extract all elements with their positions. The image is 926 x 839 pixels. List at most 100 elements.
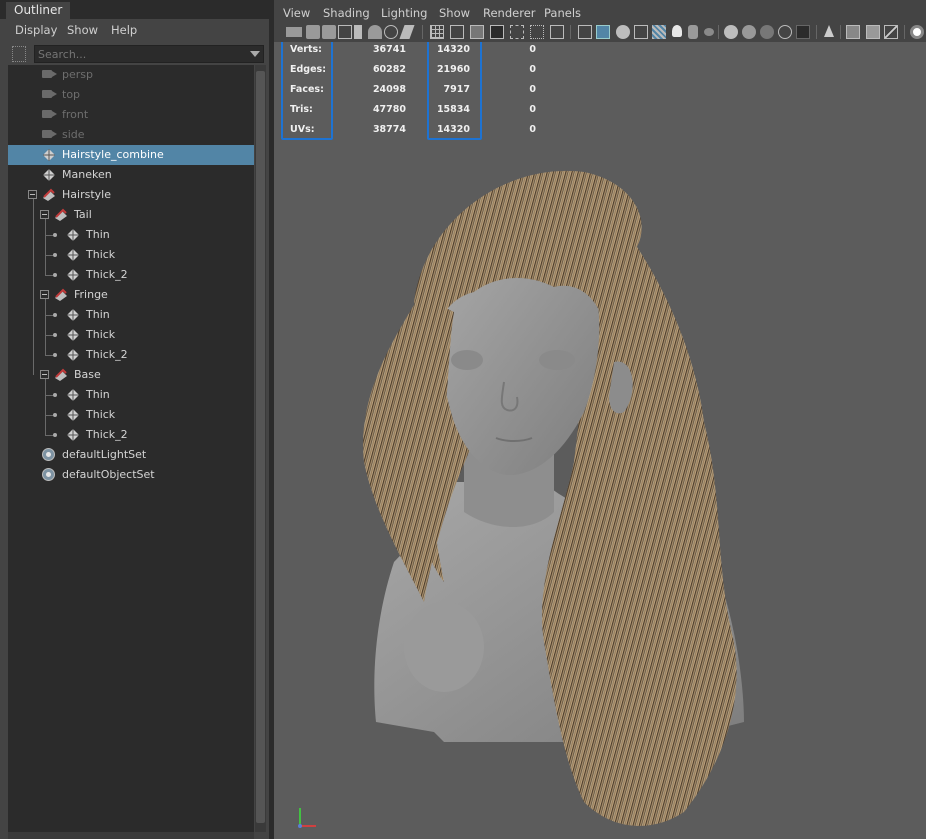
outliner-item[interactable]: defaultLightSet: [8, 445, 254, 465]
menu-show-panel[interactable]: Show: [439, 6, 470, 20]
outliner-item-label: Tail: [74, 208, 92, 221]
tree-node-dot: [53, 413, 57, 417]
film-gate-icon[interactable]: [450, 25, 464, 39]
camera-icon: [42, 110, 57, 118]
outliner-item[interactable]: defaultObjectSet: [8, 465, 254, 485]
outliner-item[interactable]: Tail: [8, 205, 254, 225]
pencil-icon[interactable]: [399, 25, 415, 39]
outliner-item[interactable]: Thin: [8, 225, 254, 245]
xray-active-icon[interactable]: [796, 25, 810, 39]
mesh-icon: [42, 148, 55, 161]
outliner-item[interactable]: top: [8, 85, 254, 105]
select-camera-icon[interactable]: [286, 27, 302, 37]
wireframe-on-shaded-icon[interactable]: [652, 25, 666, 39]
field-chart-icon[interactable]: [510, 25, 524, 39]
shadows-icon[interactable]: [688, 25, 698, 39]
bookmark-camera-icon[interactable]: [322, 25, 336, 39]
search-dropdown-icon[interactable]: [250, 51, 260, 57]
outliner-item[interactable]: Thick_2: [8, 345, 254, 365]
gate-mask-icon[interactable]: [490, 25, 504, 39]
menu-shading[interactable]: Shading: [323, 6, 370, 20]
four-pane-layout-icon[interactable]: [866, 25, 880, 39]
depth-of-field-icon[interactable]: [760, 25, 774, 39]
multisample-aa-icon[interactable]: [742, 25, 756, 39]
screen-space-ao-icon[interactable]: [704, 28, 714, 36]
safe-title-icon[interactable]: [550, 25, 564, 39]
menu-lighting[interactable]: Lighting: [381, 6, 427, 20]
tree-branch: [45, 335, 53, 336]
use-all-lights-icon[interactable]: [672, 25, 682, 37]
outliner-item[interactable]: Thick_2: [8, 425, 254, 445]
outliner-item[interactable]: Maneken: [8, 165, 254, 185]
wireframe-icon[interactable]: [578, 25, 592, 39]
textured-icon[interactable]: [634, 25, 648, 39]
menu-view[interactable]: View: [283, 6, 310, 20]
exposure-icon[interactable]: [884, 25, 898, 39]
mesh-icon: [66, 408, 79, 421]
camera-attributes-icon[interactable]: [306, 25, 320, 39]
camera-icon: [42, 130, 57, 138]
outliner-item[interactable]: Thick_2: [8, 265, 254, 285]
menu-help[interactable]: Help: [111, 23, 137, 37]
isolate-select-icon[interactable]: [778, 25, 792, 39]
outliner-item-label: Thick_2: [86, 348, 128, 361]
safe-action-icon[interactable]: [530, 25, 544, 39]
3d-viewport[interactable]: Verts: 36741 14320 0 Edges: 60282 21960 0 Faces:…: [274, 42, 926, 839]
axis-gizmo: [298, 808, 316, 828]
tree-node-dot: [53, 273, 57, 277]
toolbar-separator: [570, 25, 571, 39]
menu-renderer[interactable]: Renderer: [483, 6, 536, 20]
outliner-item[interactable]: Thick: [8, 325, 254, 345]
vertical-scrollbar[interactable]: [255, 65, 266, 832]
group-icon: [54, 208, 68, 222]
resolution-gate-icon[interactable]: [470, 25, 484, 39]
outliner-item[interactable]: Thin: [8, 305, 254, 325]
outliner-item[interactable]: Thick: [8, 245, 254, 265]
menu-display[interactable]: Display: [15, 23, 57, 37]
scrollbar-thumb[interactable]: [256, 71, 265, 823]
horizontal-scrollbar[interactable]: [8, 832, 254, 839]
2d-pan-zoom-icon[interactable]: [368, 25, 382, 39]
outliner-item-label: Thick: [86, 328, 116, 341]
menu-show[interactable]: Show: [67, 23, 98, 37]
outliner-menubar: Display Show Help: [0, 19, 269, 41]
mesh-icon: [66, 308, 79, 321]
collapse-toggle-icon[interactable]: [40, 290, 49, 299]
outliner-item[interactable]: front: [8, 105, 254, 125]
outliner-item[interactable]: Hairstyle_combine: [8, 145, 254, 165]
outliner-item[interactable]: Thick: [8, 405, 254, 425]
outliner-item[interactable]: Fringe: [8, 285, 254, 305]
collapse-toggle-icon[interactable]: [28, 190, 37, 199]
collapse-toggle-icon[interactable]: [40, 210, 49, 219]
outliner-tab[interactable]: Outliner: [6, 2, 71, 19]
outliner-item-label: Fringe: [74, 288, 108, 301]
two-pane-layout-icon[interactable]: [846, 25, 860, 39]
outliner-item-label: Thick_2: [86, 268, 128, 281]
tree-node-dot: [53, 233, 57, 237]
search-input[interactable]: [38, 47, 238, 62]
motion-blur-icon[interactable]: [724, 25, 738, 39]
outliner-item[interactable]: persp: [8, 65, 254, 85]
collapse-toggle-icon[interactable]: [40, 370, 49, 379]
outliner-item-label: Thick: [86, 248, 116, 261]
outliner-item-label: Maneken: [62, 168, 112, 181]
toolbar-separator: [840, 25, 841, 39]
grease-pencil-icon[interactable]: [384, 25, 398, 39]
outliner-item[interactable]: side: [8, 125, 254, 145]
outliner-item-label: Thick_2: [86, 428, 128, 441]
default-material-icon[interactable]: [616, 25, 630, 39]
outliner-panel: Outliner Display Show Help persp top front…: [0, 0, 269, 839]
filter-grip-icon[interactable]: [12, 46, 26, 62]
bookmark-icon[interactable]: [354, 25, 362, 39]
outliner-item[interactable]: Base: [8, 365, 254, 385]
image-plane-icon[interactable]: [338, 25, 352, 39]
outliner-item[interactable]: Hairstyle: [8, 185, 254, 205]
smooth-shade-icon[interactable]: [596, 25, 610, 39]
outliner-item[interactable]: Thin: [8, 385, 254, 405]
mesh-icon: [66, 328, 79, 341]
search-row: [0, 43, 269, 65]
grid-icon[interactable]: [430, 25, 444, 39]
settings-icon[interactable]: [910, 25, 924, 39]
menu-panels[interactable]: Panels: [544, 6, 581, 20]
select-tool-icon[interactable]: [824, 25, 834, 37]
